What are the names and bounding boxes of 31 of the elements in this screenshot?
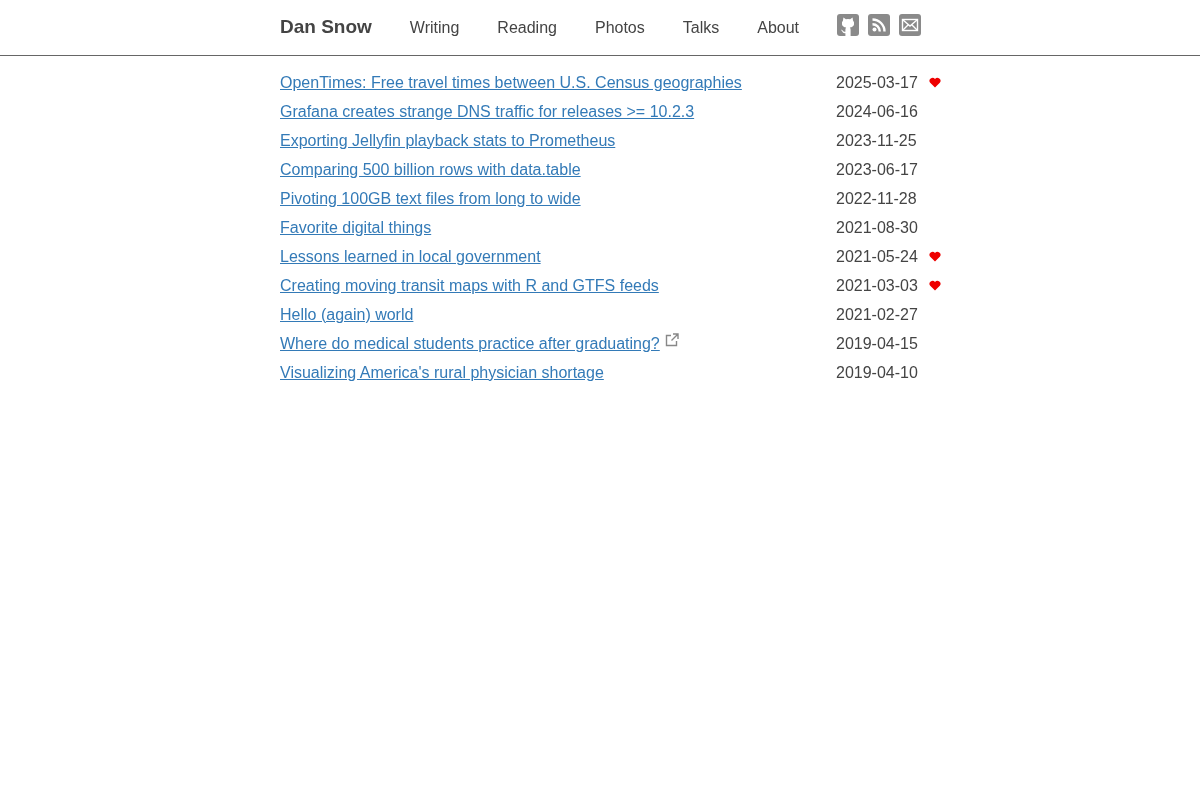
post-date: 2021-05-24 xyxy=(836,247,918,265)
post-link[interactable]: Grafana creates strange DNS traffic for releases >= 10.2.3 xyxy=(280,102,695,121)
post-link[interactable]: Where do medical students practice after graduating? xyxy=(280,334,660,353)
post-date: 2022-11-28 xyxy=(836,189,917,207)
post-link[interactable]: Exporting Jellyfin playback stats to Prometheus xyxy=(280,131,616,150)
nav-link[interactable]: Reading xyxy=(497,18,557,37)
post-link[interactable]: Comparing 500 billion rows with data.table xyxy=(280,160,581,179)
post-date: 2021-03-03 xyxy=(836,276,918,294)
rss-icon[interactable] xyxy=(868,14,891,36)
post-link[interactable]: Visualizing America's rural physician shortage xyxy=(280,363,604,382)
post-date: 2019-04-15 xyxy=(836,334,918,352)
post-link[interactable]: Hello (again) world xyxy=(280,305,414,324)
post-date: 2019-04-10 xyxy=(836,363,918,381)
post-link[interactable]: Favorite digital things xyxy=(280,218,432,237)
post-link[interactable]: Creating moving transit maps with R and GTFS feeds xyxy=(280,276,659,295)
post-date: 2025-03-17 xyxy=(836,73,918,91)
post-date: 2023-06-17 xyxy=(836,160,918,178)
post-link[interactable]: OpenTimes: Free travel times between U.S. Census geographies xyxy=(280,73,742,92)
nav-link[interactable]: Photos xyxy=(594,18,645,37)
nav-link[interactable]: Talks xyxy=(682,18,720,37)
post-date: 2023-11-25 xyxy=(836,131,917,149)
post-date: 2024-06-16 xyxy=(836,102,918,120)
nav-link[interactable]: About xyxy=(757,18,800,37)
post-link[interactable]: Pivoting 100GB text files from long to wide xyxy=(280,189,581,208)
post-link[interactable]: Lessons learned in local government xyxy=(280,247,541,266)
post-date: 2021-08-30 xyxy=(836,218,918,236)
site-title[interactable]: Dan Snow xyxy=(280,15,372,40)
post-date: 2021-02-27 xyxy=(836,305,918,323)
cat-icon[interactable] xyxy=(837,14,860,36)
nav-link[interactable]: Writing xyxy=(409,18,460,37)
mail-icon[interactable] xyxy=(899,14,922,36)
